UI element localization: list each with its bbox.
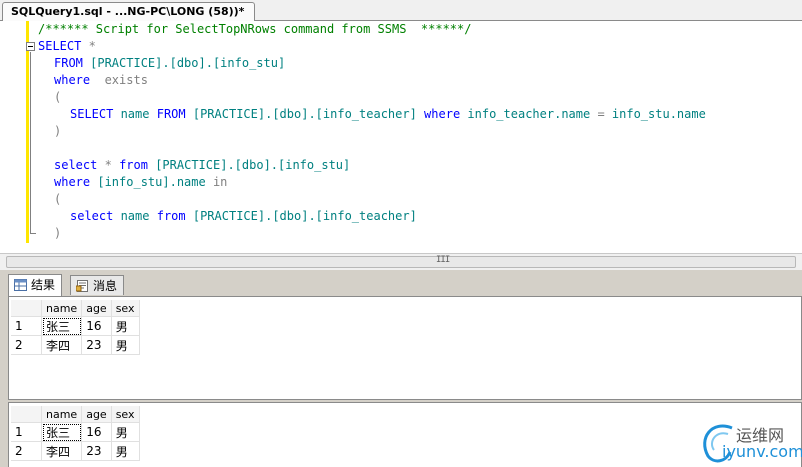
row-number[interactable]: 1 [11, 316, 42, 336]
keyword-token: from [156, 209, 186, 223]
tab-messages-label: 消息 [93, 279, 118, 293]
table-row: 2 李四 23 男 [11, 441, 140, 461]
cell[interactable]: 23 [81, 441, 112, 461]
cell[interactable]: 张三 [40, 316, 83, 336]
identifier-token: name [113, 107, 157, 121]
code-line-select-2: select * from [PRACTICE].[dbo].[info_stu… [54, 157, 350, 174]
result-table: name age sex 1 张三 16 男 2 李四 23 男 [11, 300, 140, 355]
cell[interactable]: 李四 [40, 335, 83, 355]
table-row: 1 张三 16 男 [11, 422, 140, 442]
code-line-open-paren: ( [54, 90, 62, 104]
row-number-header [11, 300, 42, 317]
sql-editor[interactable]: /****** Script for SelectTopNRows comman… [0, 21, 802, 253]
identifier-token: [info_stu].name [90, 175, 213, 189]
grid-icon [14, 279, 27, 291]
keyword-token: FROM [54, 56, 83, 70]
header-row: name age sex [11, 406, 140, 423]
column-header[interactable]: age [81, 406, 112, 423]
keyword-token: where [54, 175, 91, 189]
code-line-close-paren: ) [54, 124, 62, 138]
editor-horizontal-scrollbar[interactable]: III [0, 253, 802, 270]
column-header[interactable]: age [81, 300, 112, 317]
column-header[interactable]: name [41, 300, 83, 317]
message-icon [76, 280, 88, 292]
keyword-token: where [54, 73, 91, 87]
identifier-token: [PRACTICE].[dbo].[info_teacher] [185, 209, 417, 223]
result-grid-1: name age sex 1 张三 16 男 2 李四 23 男 [8, 296, 802, 400]
cell[interactable]: 张三 [40, 422, 83, 442]
keyword-token: FROM [156, 107, 186, 121]
identifier-token: [PRACTICE].[dbo].[info_teacher] [185, 107, 425, 121]
identifier-token: info_teacher.name [460, 107, 598, 121]
document-tab[interactable]: SQLQuery1.sql - ...NG-PC\LONG (58))* [2, 2, 256, 21]
keyword-token: where [424, 107, 461, 121]
operator-token: = [597, 107, 605, 121]
keyword-token: SELECT [70, 107, 114, 121]
keyword-token: select [54, 158, 98, 172]
cell[interactable]: 李四 [40, 441, 83, 461]
code-line-open-paren-2: ( [54, 192, 62, 206]
row-number[interactable]: 2 [11, 335, 42, 355]
cell[interactable]: 男 [110, 441, 140, 461]
row-number[interactable]: 2 [11, 441, 42, 461]
code-line-subquery-2: select name from [PRACTICE].[dbo].[info_… [70, 208, 417, 225]
outline-guide [30, 52, 31, 234]
scrollbar-thumb[interactable] [6, 256, 796, 268]
collapse-region-icon[interactable] [26, 42, 35, 51]
keyword-token: SELECT [38, 39, 82, 53]
header-row: name age sex [11, 300, 140, 317]
identifier-token: [PRACTICE].[dbo].[info_stu] [147, 158, 351, 172]
code-line-close-paren-2: ) [54, 226, 62, 240]
code-line-select: SELECT * [38, 38, 96, 55]
keyword-token: from [119, 158, 148, 172]
outline-guide-end [30, 233, 36, 234]
row-number[interactable]: 1 [11, 422, 42, 442]
result-table: name age sex 1 张三 16 男 2 李四 23 男 [11, 406, 140, 461]
keyword-token: select [70, 209, 114, 223]
column-header[interactable]: name [41, 406, 83, 423]
identifier-token: info_stu.name [604, 107, 706, 121]
tab-results[interactable]: 结果 [8, 274, 63, 296]
table-row: 2 李四 23 男 [11, 335, 140, 355]
identifier-token: name [113, 209, 157, 223]
code-line-where-2: where [info_stu].name in [54, 174, 227, 191]
column-header[interactable]: sex [111, 300, 140, 317]
operator-token: exists [90, 73, 148, 87]
operator-token: * [104, 158, 112, 172]
cell[interactable]: 男 [110, 335, 140, 355]
results-tab-strip: 结果 消息 [0, 272, 802, 296]
operator-token: in [212, 175, 228, 189]
tab-messages[interactable]: 消息 [70, 275, 125, 295]
column-header[interactable]: sex [111, 406, 140, 423]
code-line-comment: /****** Script for SelectTopNRows comman… [38, 22, 472, 36]
cell[interactable]: 男 [110, 422, 140, 442]
code-line-subquery: SELECT name FROM [PRACTICE].[dbo].[info_… [70, 106, 706, 123]
row-number-header [11, 406, 42, 423]
site-watermark: 运维网 iyunv.com [696, 418, 802, 467]
operator-token: * [81, 39, 96, 53]
scrollbar-grip: III [436, 255, 450, 265]
tab-results-label: 结果 [31, 278, 56, 292]
cell[interactable]: 男 [110, 316, 140, 336]
cell[interactable]: 16 [81, 422, 112, 442]
changed-lines-marker [26, 21, 29, 243]
document-tab-strip: SQLQuery1.sql - ...NG-PC\LONG (58))* [0, 0, 802, 21]
cell[interactable]: 16 [81, 316, 112, 336]
code-line-where: where exists [54, 72, 148, 89]
result-grid-2: name age sex 1 张三 16 男 2 李四 23 男 [8, 402, 802, 467]
table-row: 1 张三 16 男 [11, 316, 140, 336]
watermark-en-text: iyunv.com [722, 442, 802, 461]
code-line-from: FROM [PRACTICE].[dbo].[info_stu] [54, 55, 285, 72]
cell[interactable]: 23 [81, 335, 112, 355]
identifier-token: [PRACTICE].[dbo].[info_stu] [82, 56, 286, 70]
